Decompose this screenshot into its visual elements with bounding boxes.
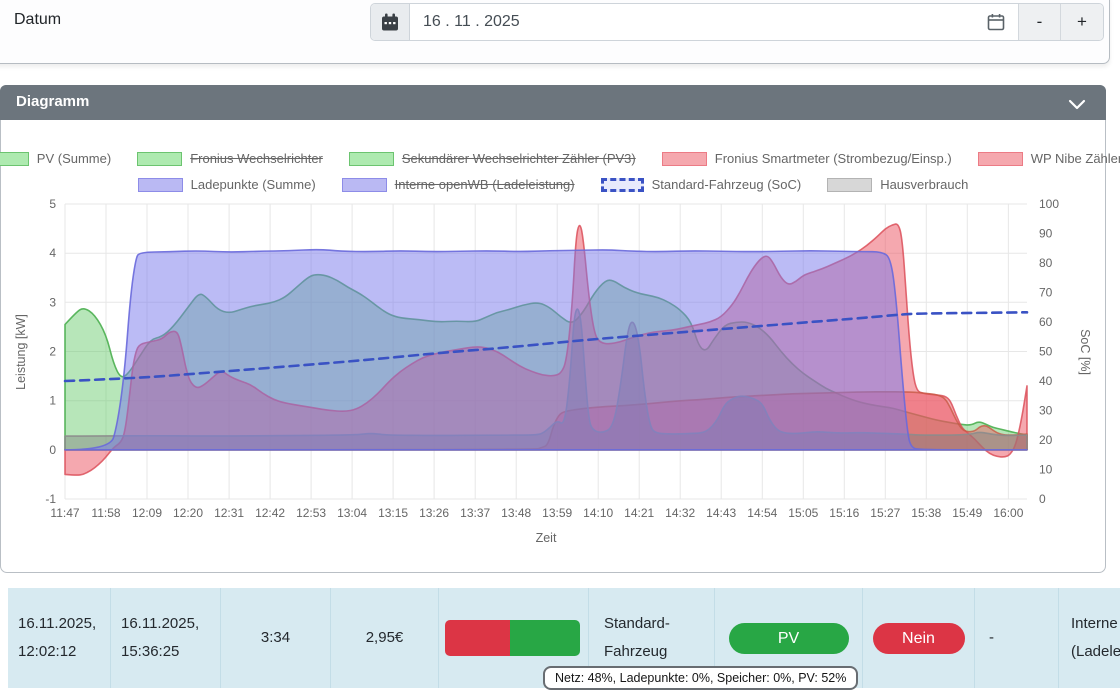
- svg-text:1: 1: [49, 394, 56, 408]
- diagram-title: Diagramm: [16, 93, 89, 110]
- date-plus-button[interactable]: +: [1060, 4, 1103, 40]
- svg-text:14:54: 14:54: [747, 506, 777, 520]
- svg-text:12:31: 12:31: [214, 506, 244, 520]
- session-end-cell: 16.11.2025, 15:36:25: [110, 588, 220, 688]
- chart-tooltip: Netz: 48%, Ladepunkte: 0%, Speicher: 0%,…: [543, 666, 858, 690]
- legend-item-7[interactable]: Standard-Fahrzeug (SoC): [601, 177, 802, 192]
- svg-text:14:43: 14:43: [706, 506, 736, 520]
- legend-label: Standard-Fahrzeug (SoC): [652, 177, 802, 192]
- svg-text:15:49: 15:49: [952, 506, 982, 520]
- chart-legend-row-2: Ladepunkte (Summe) Interne openWB (Ladele…: [0, 177, 1106, 192]
- chevron-down-icon[interactable]: [1068, 99, 1086, 110]
- svg-text:10: 10: [1039, 463, 1053, 477]
- green-swatch-icon: [349, 152, 394, 166]
- svg-text:12:53: 12:53: [296, 506, 326, 520]
- diagram-header[interactable]: [0, 85, 1106, 120]
- red-swatch-icon: [978, 152, 1023, 166]
- purple-swatch-icon: [342, 178, 387, 192]
- date-value: 16 . 11 . 2025: [410, 13, 987, 31]
- svg-text:15:38: 15:38: [911, 506, 941, 520]
- svg-text:-1: -1: [45, 492, 56, 506]
- svg-text:13:15: 13:15: [378, 506, 408, 520]
- svg-text:14:21: 14:21: [624, 506, 654, 520]
- session-duration-cell: 3:34: [220, 588, 330, 688]
- svg-text:13:48: 13:48: [501, 506, 531, 520]
- prio-badge: Nein: [873, 623, 965, 654]
- date-minus-button[interactable]: -: [1018, 4, 1060, 40]
- date-input-group: 16 . 11 . 2025 - +: [370, 3, 1104, 41]
- green-swatch-icon: [137, 152, 182, 166]
- svg-text:14:10: 14:10: [583, 506, 613, 520]
- svg-text:Zeit: Zeit: [536, 531, 557, 545]
- svg-text:20: 20: [1039, 433, 1053, 447]
- legend-item-3[interactable]: Fronius Smartmeter (Strombezug/Einsp.): [662, 151, 952, 166]
- legend-item-6[interactable]: Interne openWB (Ladeleistung): [342, 177, 575, 192]
- calendar-icon: [381, 13, 399, 32]
- svg-text:15:16: 15:16: [829, 506, 859, 520]
- svg-text:12:09: 12:09: [132, 506, 162, 520]
- legend-label: Ladepunkte (Summe): [191, 177, 316, 192]
- gray-swatch-icon: [827, 178, 872, 192]
- chargepoint-cell: Interne openWB (Ladeleistung): [1058, 588, 1120, 688]
- svg-text:80: 80: [1039, 256, 1053, 270]
- svg-text:2: 2: [49, 345, 56, 359]
- svg-text:12:20: 12:20: [173, 506, 203, 520]
- red-swatch-icon: [662, 152, 707, 166]
- purple-swatch-icon: [138, 178, 183, 192]
- svg-text:30: 30: [1039, 404, 1053, 418]
- legend-item-0[interactable]: PV (Summe): [0, 151, 111, 166]
- svg-text:Leistung [kW]: Leistung [kW]: [14, 314, 28, 390]
- svg-text:12:42: 12:42: [255, 506, 285, 520]
- date-input[interactable]: 16 . 11 . 2025: [410, 4, 1018, 40]
- svg-text:0: 0: [1039, 492, 1046, 506]
- diagram-chart[interactable]: 11:47 11:58 12:09 12:20 12:31 12:42 12:53 13:04…: [8, 198, 1098, 556]
- svg-text:11:47: 11:47: [50, 506, 79, 520]
- chart-legend-row-1: PV (Summe) Fronius Wechselrichter Sekundär…: [0, 151, 1106, 166]
- legend-label: Hausverbrauch: [880, 177, 968, 192]
- svg-text:50: 50: [1039, 345, 1053, 359]
- svg-text:13:26: 13:26: [419, 506, 449, 520]
- svg-text:SoC [%]: SoC [%]: [1078, 329, 1092, 375]
- legend-item-1[interactable]: Fronius Wechselrichter: [137, 151, 323, 166]
- charge-mode-badge: PV: [729, 623, 849, 654]
- legend-item-5[interactable]: Ladepunkte (Summe): [138, 177, 316, 192]
- session-cost-cell: 2,95€: [330, 588, 438, 688]
- svg-text:13:59: 13:59: [542, 506, 572, 520]
- svg-text:14:32: 14:32: [665, 506, 695, 520]
- dash-cell: -: [974, 588, 1058, 688]
- svg-text:15:05: 15:05: [788, 506, 818, 520]
- legend-label: WP Nibe Zähler: [1031, 151, 1120, 166]
- svg-text:90: 90: [1039, 227, 1053, 241]
- legend-label: PV (Summe): [37, 151, 111, 166]
- svg-text:4: 4: [49, 246, 56, 260]
- svg-text:70: 70: [1039, 286, 1053, 300]
- legend-item-2[interactable]: Sekundärer Wechselrichter Zähler (PV3): [349, 151, 636, 166]
- datum-label: Datum: [14, 11, 61, 29]
- svg-text:60: 60: [1039, 315, 1053, 329]
- energy-split-bar: [445, 620, 580, 656]
- svg-text:0: 0: [49, 443, 56, 457]
- svg-text:5: 5: [49, 198, 56, 211]
- calendar-button[interactable]: [371, 4, 410, 40]
- dashed-swatch-icon: [601, 178, 644, 192]
- legend-label: Fronius Wechselrichter: [190, 151, 323, 166]
- svg-text:15:27: 15:27: [870, 506, 900, 520]
- calendar-outline-icon[interactable]: [987, 13, 1005, 31]
- svg-text:11:58: 11:58: [91, 506, 120, 520]
- svg-text:16:00: 16:00: [993, 506, 1023, 520]
- svg-text:3: 3: [49, 295, 56, 309]
- legend-label: Fronius Smartmeter (Strombezug/Einsp.): [715, 151, 952, 166]
- legend-item-8[interactable]: Hausverbrauch: [827, 177, 968, 192]
- session-start-cell: 16.11.2025, 12:02:12: [8, 588, 110, 688]
- legend-item-4[interactable]: WP Nibe Zähler: [978, 151, 1120, 166]
- prio-cell: Nein: [862, 588, 974, 688]
- legend-label: Sekundärer Wechselrichter Zähler (PV3): [402, 151, 636, 166]
- green-swatch-icon: [0, 152, 29, 166]
- svg-text:100: 100: [1039, 198, 1059, 211]
- svg-text:40: 40: [1039, 374, 1053, 388]
- svg-text:13:04: 13:04: [337, 506, 367, 520]
- legend-label: Interne openWB (Ladeleistung): [395, 177, 575, 192]
- svg-text:13:37: 13:37: [460, 506, 490, 520]
